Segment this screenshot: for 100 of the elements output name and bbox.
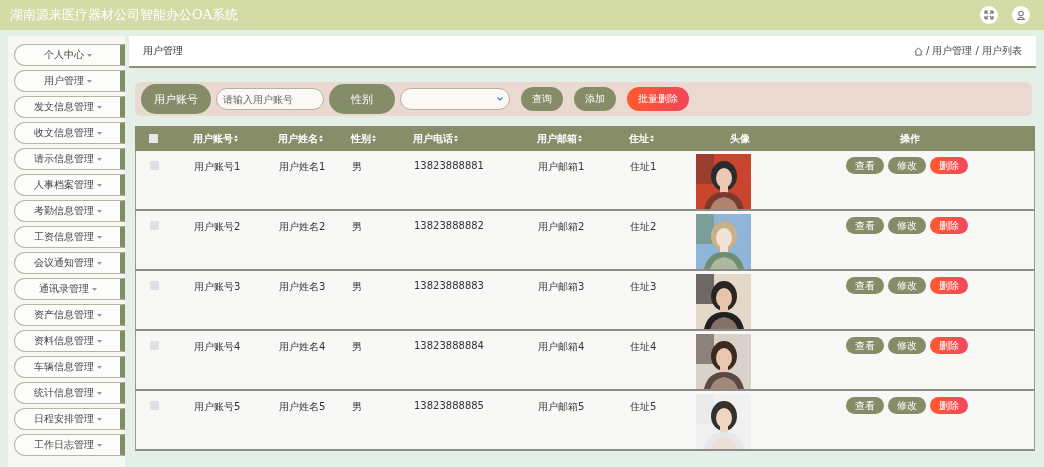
table-cell-text: 用户姓名5 bbox=[279, 400, 327, 414]
table-cell-text: 住址3 bbox=[630, 280, 658, 294]
column-header[interactable]: 性别 bbox=[351, 131, 371, 146]
sidebar-item[interactable]: 资产信息管理 bbox=[14, 304, 125, 326]
table-cell-text: 男 bbox=[352, 160, 363, 174]
search-button[interactable]: 查询 bbox=[521, 87, 563, 111]
caret-icon bbox=[86, 53, 92, 57]
table-cell-text: 用户账号4 bbox=[194, 340, 242, 354]
sidebar-item[interactable]: 发文信息管理 bbox=[14, 96, 125, 118]
action-button[interactable]: 查看 bbox=[846, 397, 884, 414]
caret-icon bbox=[96, 391, 102, 395]
action-button[interactable]: 查看 bbox=[846, 277, 884, 294]
select-all-checkbox[interactable] bbox=[149, 134, 158, 143]
table-cell-text: 用户邮箱1 bbox=[538, 160, 586, 174]
table-cell-text: 住址1 bbox=[630, 160, 658, 174]
table-cell-text: 用户姓名2 bbox=[279, 220, 327, 234]
delete-button[interactable]: 删除 bbox=[930, 157, 968, 174]
column-header[interactable]: 用户姓名 bbox=[278, 131, 318, 146]
sort-icon[interactable] bbox=[372, 135, 376, 142]
action-button[interactable]: 修改 bbox=[888, 217, 926, 234]
table-cell-text: 住址2 bbox=[630, 220, 658, 234]
sidebar-item[interactable]: 收文信息管理 bbox=[14, 122, 125, 144]
breadcrumb-item[interactable]: / 用户管理 bbox=[925, 44, 973, 58]
row-checkbox[interactable] bbox=[150, 161, 159, 170]
sidebar-item[interactable]: 通讯录管理 bbox=[14, 278, 125, 300]
column-header[interactable]: 用户电话 bbox=[413, 131, 453, 146]
table-cell-text: 住址4 bbox=[630, 340, 658, 354]
table-cell-text: 用户姓名4 bbox=[279, 340, 327, 354]
table-cell-text: 用户邮箱2 bbox=[538, 220, 586, 234]
sidebar-item[interactable]: 资料信息管理 bbox=[14, 330, 125, 352]
sidebar-item[interactable]: 车辆信息管理 bbox=[14, 356, 125, 378]
table-cell-text: 住址5 bbox=[630, 400, 658, 414]
column-header[interactable]: 用户账号 bbox=[193, 131, 233, 146]
action-button[interactable]: 查看 bbox=[846, 217, 884, 234]
caret-icon bbox=[96, 339, 102, 343]
caret-icon bbox=[86, 79, 92, 83]
sidebar-item[interactable]: 用户管理 bbox=[14, 70, 125, 92]
search-button[interactable]: 添加 bbox=[574, 87, 616, 111]
sort-icon[interactable] bbox=[578, 135, 582, 142]
caret-icon bbox=[96, 261, 102, 265]
action-button[interactable]: 查看 bbox=[846, 337, 884, 354]
breadcrumb-item[interactable]: / 用户列表 bbox=[975, 44, 1022, 58]
caret-icon bbox=[91, 287, 97, 291]
action-button[interactable]: 修改 bbox=[888, 277, 926, 294]
delete-button[interactable]: 删除 bbox=[930, 397, 968, 414]
table-cell-text: 用户账号1 bbox=[194, 160, 242, 174]
caret-icon bbox=[96, 365, 102, 369]
sidebar-item[interactable]: 个人中心 bbox=[14, 44, 125, 66]
home-icon[interactable] bbox=[913, 46, 923, 56]
caret-icon bbox=[96, 313, 102, 317]
table-cell-text: 用户账号2 bbox=[194, 220, 242, 234]
row-checkbox[interactable] bbox=[150, 281, 159, 290]
app-title: 湖南源来医疗器材公司智能办公OA系统 bbox=[10, 6, 239, 24]
column-header[interactable]: 住址 bbox=[629, 131, 649, 146]
sort-icon[interactable] bbox=[650, 135, 654, 142]
gender-select[interactable] bbox=[400, 88, 510, 110]
row-checkbox[interactable] bbox=[150, 221, 159, 230]
sidebar-item[interactable]: 考勤信息管理 bbox=[14, 200, 125, 222]
table-cell-text: 13823888883 bbox=[414, 280, 485, 291]
table-cell-text: 男 bbox=[352, 340, 363, 354]
caret-icon bbox=[96, 443, 102, 447]
account-field[interactable]: 请输入用户账号 bbox=[216, 88, 324, 110]
delete-button[interactable]: 删除 bbox=[930, 277, 968, 294]
field-label: 用户账号 bbox=[141, 84, 211, 114]
action-button[interactable]: 修改 bbox=[888, 337, 926, 354]
sidebar-item[interactable]: 日程安排管理 bbox=[14, 408, 125, 430]
caret-icon bbox=[96, 417, 102, 421]
sidebar-item[interactable]: 统计信息管理 bbox=[14, 382, 125, 404]
batch-delete-button[interactable]: 批量删除 bbox=[627, 87, 689, 111]
action-button[interactable]: 修改 bbox=[888, 397, 926, 414]
action-button[interactable]: 修改 bbox=[888, 157, 926, 174]
sort-icon[interactable] bbox=[319, 135, 323, 142]
table-cell-text: 13823888885 bbox=[414, 400, 485, 411]
user-icon[interactable] bbox=[1012, 6, 1030, 24]
sidebar-item[interactable]: 会议通知管理 bbox=[14, 252, 125, 274]
sidebar-item[interactable]: 工资信息管理 bbox=[14, 226, 125, 248]
row-checkbox[interactable] bbox=[150, 401, 159, 410]
sort-icon[interactable] bbox=[234, 135, 238, 142]
fullscreen-icon[interactable] bbox=[980, 6, 998, 24]
action-button[interactable]: 查看 bbox=[846, 157, 884, 174]
sidebar-item[interactable]: 请示信息管理 bbox=[14, 148, 125, 170]
table-cell-text: 用户账号5 bbox=[194, 400, 242, 414]
caret-icon bbox=[96, 209, 102, 213]
caret-icon bbox=[96, 131, 102, 135]
column-header: 操作 bbox=[900, 131, 920, 146]
table-cell-text: 男 bbox=[352, 220, 363, 234]
column-header[interactable]: 用户邮箱 bbox=[537, 131, 577, 146]
sidebar-item[interactable]: 人事档案管理 bbox=[14, 174, 125, 196]
caret-icon bbox=[96, 157, 102, 161]
field-label: 性别 bbox=[329, 84, 395, 114]
table-cell-text: 用户邮箱3 bbox=[538, 280, 586, 294]
delete-button[interactable]: 删除 bbox=[930, 337, 968, 354]
column-header: 头像 bbox=[730, 131, 750, 146]
chevron-icon bbox=[497, 97, 503, 101]
table-cell-text: 男 bbox=[352, 400, 363, 414]
sidebar-item[interactable]: 工作日志管理 bbox=[14, 434, 125, 456]
sort-icon[interactable] bbox=[454, 135, 458, 142]
delete-button[interactable]: 删除 bbox=[930, 217, 968, 234]
caret-icon bbox=[96, 235, 102, 239]
row-checkbox[interactable] bbox=[150, 341, 159, 350]
